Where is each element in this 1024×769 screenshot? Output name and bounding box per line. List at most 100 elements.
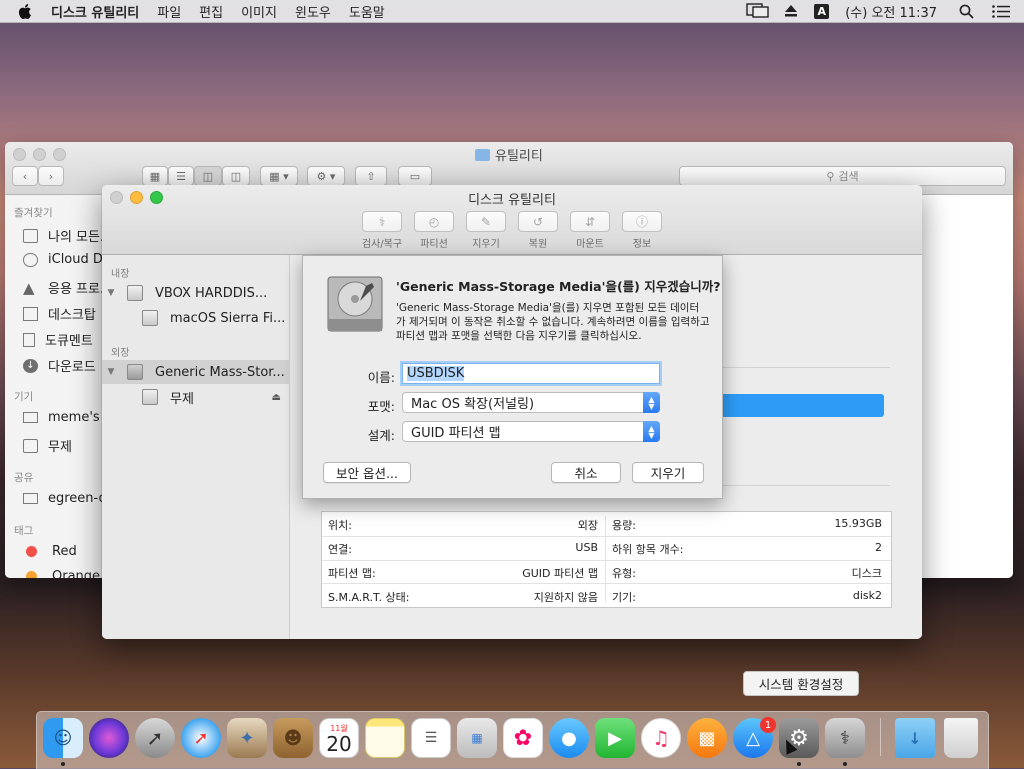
toolbar-erase[interactable]: ✎ 지우기 [465,211,507,250]
messages-icon[interactable]: ● [549,718,589,758]
search-placeholder: 검색 [838,170,859,183]
menu-file[interactable]: 파일 [148,2,190,21]
volume-row-untitled[interactable]: 무제 ⏏ [102,385,289,409]
icon-view-button[interactable]: ▦ [142,166,168,186]
itunes-icon[interactable]: ♫ [641,718,681,758]
sidebar-item-label: Red [52,544,77,559]
finder-minimize-button[interactable] [33,148,46,161]
eject-icon[interactable]: ⏏ [272,392,281,403]
menu-help[interactable]: 도움말 [340,2,394,21]
scheme-popup[interactable]: GUID 파티션 맵 ▲ ▼ [402,421,660,442]
divider [322,536,891,537]
input-source-icon[interactable]: A [814,3,830,19]
sidebar-item-desktop[interactable]: 데스크탑 [23,304,96,323]
trash-icon[interactable] [944,718,978,758]
gear-icon: ⚙ ▾ [316,169,336,183]
siri-icon[interactable] [89,718,129,758]
ibooks-icon[interactable]: ▩ [687,718,727,758]
toolbar-info[interactable]: ⓘ 정보 [621,211,663,250]
sidebar-item-computer[interactable]: meme's i [23,410,107,425]
disclosure-triangle-icon[interactable]: ▼ [105,288,117,298]
tags-button[interactable]: ▭ [398,166,432,186]
info-value: 15.93GB [834,517,882,530]
sidebar-item-downloads[interactable]: ↓ 다운로드 [23,356,96,375]
chevron-left-icon: ‹ [22,169,28,183]
info-key: 파티션 맵: [328,567,376,580]
sidebar-item-all-files[interactable]: 나의 모든... [23,226,112,245]
menu-app-name[interactable]: 디스크 유틸리티 [42,2,148,21]
display-mirroring-icon[interactable] [746,3,770,19]
erase-button[interactable]: 지우기 [632,462,704,483]
sidebar-item-shared-computer[interactable]: egreen-o [23,491,106,506]
disk-row-vbox[interactable]: ▼ VBOX HARDDIS... [102,281,289,305]
menu-clock[interactable]: (수) 오전 11:37 [845,2,937,21]
notes-icon[interactable] [365,718,405,758]
finder-icon[interactable]: ☺ [43,718,83,758]
sidebar-item-documents[interactable]: 도큐멘트 [23,330,93,349]
menu-edit[interactable]: 편집 [190,2,232,21]
search-field[interactable]: ⚲ 검색 [679,166,1006,186]
cover-flow-icon: ◫ [230,169,242,183]
desktop-icon [23,306,38,321]
menu-window[interactable]: 윈도우 [286,2,340,21]
red-tag-icon [26,546,37,557]
sheet-heading: 'Generic Mass-Storage Media'을(를) 지우겠습니까? [396,279,721,294]
share-button[interactable]: ⇧ [355,166,387,186]
column-view-button[interactable]: ◫ [194,166,222,186]
disk-row-generic-mass-storage[interactable]: ▼ Generic Mass-Stor... [102,360,289,384]
scheme-value: GUID 파티션 맵 [411,426,501,441]
safari-icon[interactable]: ➚ [181,718,221,758]
contacts-icon[interactable]: ☻ [273,718,313,758]
eject-icon[interactable] [784,4,798,18]
finder-title-wrap: 유틸리티 [475,145,543,164]
sidebar-item-untitled-volume[interactable]: 무제 [23,436,72,455]
info-row-capacity: 용량: 15.93GB [612,517,882,533]
downloads-stack-icon[interactable]: ↓ [895,718,935,758]
format-popup[interactable]: Mac OS 확장(저널링) ▲ ▼ [402,392,660,413]
finder-close-button[interactable] [13,148,26,161]
chevron-right-icon: › [48,169,54,183]
preview-icon[interactable]: ▦ [457,718,497,758]
info-key: 용량: [612,519,636,532]
spotlight-search-icon[interactable] [959,4,974,19]
photos-icon[interactable]: ✿ [503,718,543,758]
mail-photo-icon[interactable]: ✦ [227,718,267,758]
computer-icon [23,412,38,423]
cloud-icon [23,252,38,267]
list-view-button[interactable]: ☰ [168,166,194,186]
search-icon: ⚲ [826,169,835,183]
cancel-button[interactable]: 취소 [551,462,621,483]
cover-flow-button[interactable]: ◫ [222,166,250,186]
sidebar-item-icloud[interactable]: iCloud Dr [23,252,108,267]
toolbar-first-aid[interactable]: ⚕ 검사/복구 [361,211,403,250]
forward-button[interactable]: › [38,166,64,186]
menu-image[interactable]: 이미지 [232,2,286,21]
launchpad-icon[interactable]: ➚ [135,718,175,758]
apple-menu-icon[interactable] [18,3,32,19]
sidebar-tag-orange[interactable]: Orange [26,569,100,578]
reminders-icon[interactable]: ☰ [411,718,451,758]
restore-icon: ↺ [518,211,558,232]
back-button[interactable]: ‹ [12,166,38,186]
security-options-button[interactable]: 보안 옵션... [323,462,411,483]
calendar-icon[interactable]: 11월 20 [319,718,359,758]
volume-row-macos[interactable]: macOS Sierra Fi... [102,306,289,330]
arrange-button[interactable]: ▦ ▾ [260,166,298,186]
toolbar-partition[interactable]: ◴ 파티션 [413,211,455,250]
disclosure-triangle-icon[interactable]: ▼ [105,367,117,377]
facetime-icon[interactable]: ▶ [595,718,635,758]
name-field[interactable]: USBDISK [402,363,660,384]
sidebar-item-label: meme's i [48,410,108,425]
disk-utility-icon[interactable]: ⚕ [825,718,865,758]
sidebar-item-label: Orange [52,569,101,578]
sidebar-tag-red[interactable]: Red [26,544,77,559]
toolbar-restore[interactable]: ↺ 복원 [517,211,559,250]
sidebar-item-label: iCloud Dr [48,252,109,267]
sheet-body-line: 가 제거되며 이 동작은 취소할 수 없습니다. 계속하려면 이름을 입력하고 [396,316,710,328]
action-button[interactable]: ⚙ ▾ [307,166,345,186]
app-store-badge: 1 [760,717,776,733]
finder-zoom-button[interactable] [53,148,66,161]
notification-center-icon[interactable] [992,4,1010,18]
sidebar-item-applications[interactable]: ▲ 응용 프로... [23,278,112,297]
toolbar-mount[interactable]: ⇵ 마운트 [569,211,611,250]
